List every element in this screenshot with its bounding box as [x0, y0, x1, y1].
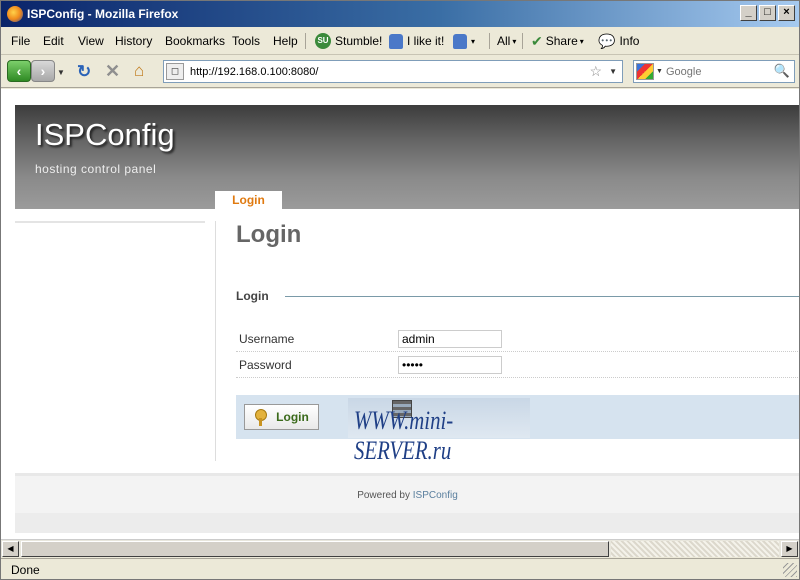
scroll-track[interactable] [611, 541, 779, 557]
menu-bar: File Edit View History Bookmarks Tools H… [1, 27, 799, 55]
login-button[interactable]: Login [244, 404, 319, 430]
share-button[interactable]: ✔ Share ▾ [531, 32, 584, 50]
navigation-bar: ‹ › ▼ ↻ ✕ ⌂ ◻ http://192.168.0.100:8080/… [1, 56, 799, 88]
history-dropdown-icon[interactable]: ▼ [57, 68, 65, 77]
legend-divider [285, 296, 799, 297]
tab-login[interactable]: Login [215, 191, 282, 209]
password-label: Password [239, 358, 292, 372]
like-label: I like it! [407, 34, 445, 48]
menu-help[interactable]: Help [273, 34, 298, 48]
thumbs-up-icon [389, 33, 403, 49]
google-engine-icon[interactable] [636, 63, 654, 80]
speech-bubble-icon: 💬 [598, 32, 616, 49]
chevron-down-icon: ▾ [471, 36, 476, 46]
menu-edit[interactable]: Edit [43, 34, 64, 48]
menu-bookmarks[interactable]: Bookmarks [165, 34, 225, 48]
logo: ISPConfig [35, 117, 175, 152]
home-icon[interactable]: ⌂ [134, 61, 144, 81]
logo-subtitle: hosting control panel [35, 162, 157, 176]
maximize-button[interactable]: □ [759, 5, 776, 21]
username-label: Username [239, 332, 295, 346]
login-button-label: Login [276, 410, 309, 424]
footer-text: Powered by ISPConfig [15, 490, 799, 501]
url-dropdown-icon[interactable]: ▼ [609, 67, 617, 76]
watermark-text: WWW.mini-SERVER.ru [354, 406, 454, 465]
fieldset-legend: Login [236, 289, 269, 303]
page-viewport: ISPConfig hosting control panel Login Lo… [1, 89, 799, 539]
page-header: ISPConfig hosting control panel Login [15, 105, 799, 209]
scroll-right-icon[interactable]: ▶ [781, 541, 798, 557]
back-button[interactable]: ‹ [7, 60, 31, 82]
page-title: Login [236, 221, 302, 248]
password-row: Password [236, 353, 799, 378]
share-label: Share [545, 34, 578, 48]
username-field[interactable] [398, 330, 502, 348]
close-button[interactable]: × [778, 5, 795, 21]
window-title: ISPConfig - Mozilla Firefox [27, 7, 179, 21]
url-text[interactable]: http://192.168.0.100:8080/ [190, 66, 318, 78]
toolbar-separator [489, 33, 490, 49]
status-text: Done [11, 563, 40, 577]
sidebar [15, 221, 205, 223]
scroll-left-icon[interactable]: ◀ [2, 541, 19, 557]
url-bar[interactable]: ◻ http://192.168.0.100:8080/ ☆ ▼ [163, 60, 623, 83]
column-divider [215, 221, 216, 461]
chevron-down-icon: ▾ [579, 36, 584, 46]
all-dropdown[interactable]: All ▾ [497, 32, 516, 50]
all-label: All [497, 34, 511, 48]
info-label: Info [619, 34, 640, 48]
menu-tools[interactable]: Tools [232, 34, 260, 48]
stumbleupon-icon: SU [315, 33, 331, 49]
form-actions: Login WWW.mini-SERVER.ru [236, 395, 799, 465]
status-bar: Done [1, 558, 799, 579]
scroll-thumb[interactable] [21, 541, 609, 557]
browser-window: ISPConfig - Mozilla Firefox _ □ × File E… [0, 0, 800, 580]
key-icon [254, 409, 268, 426]
search-input[interactable] [666, 64, 766, 79]
page-footer: Powered by ISPConfig [15, 473, 799, 513]
window-controls: _ □ × [740, 5, 795, 21]
share-icon: ✔ [531, 32, 543, 49]
stop-icon[interactable]: ✕ [105, 61, 120, 82]
info-button[interactable]: 💬 Info [598, 32, 639, 50]
menu-history[interactable]: History [115, 34, 152, 48]
site-identity-icon[interactable]: ◻ [166, 63, 184, 80]
menu-view[interactable]: View [78, 34, 104, 48]
resize-grip-icon[interactable] [783, 563, 797, 577]
like-button[interactable]: I like it! [389, 32, 444, 50]
menu-file[interactable]: File [11, 34, 30, 48]
search-bar: ▼ 🔍 [633, 60, 795, 83]
toolbar-separator [305, 33, 306, 49]
chevron-down-icon: ▾ [512, 36, 517, 46]
engine-dropdown-icon[interactable]: ▼ [656, 68, 663, 75]
firefox-icon [7, 6, 23, 22]
title-bar: ISPConfig - Mozilla Firefox _ □ × [1, 1, 799, 27]
password-field[interactable] [398, 356, 502, 374]
search-icon[interactable]: 🔍 [774, 63, 790, 79]
watermark-logo: WWW.mini-SERVER.ru [348, 398, 530, 465]
page-bottom [15, 513, 799, 533]
thumbs-down-icon [453, 33, 467, 49]
stumble-button[interactable]: SU Stumble! [315, 32, 382, 50]
minimize-button[interactable]: _ [740, 5, 757, 21]
footer-prefix: Powered by [357, 490, 413, 501]
stumble-label: Stumble! [335, 34, 383, 48]
dislike-button[interactable]: ▾ [453, 32, 475, 50]
toolbar-separator [522, 33, 523, 49]
reload-icon[interactable]: ↻ [77, 62, 91, 82]
forward-button[interactable]: › [31, 60, 55, 82]
bookmark-star-icon[interactable]: ☆ [589, 63, 602, 80]
footer-link[interactable]: ISPConfig [413, 490, 458, 501]
horizontal-scrollbar[interactable]: ◀ ▶ [1, 539, 799, 557]
username-row: Username [236, 327, 799, 352]
